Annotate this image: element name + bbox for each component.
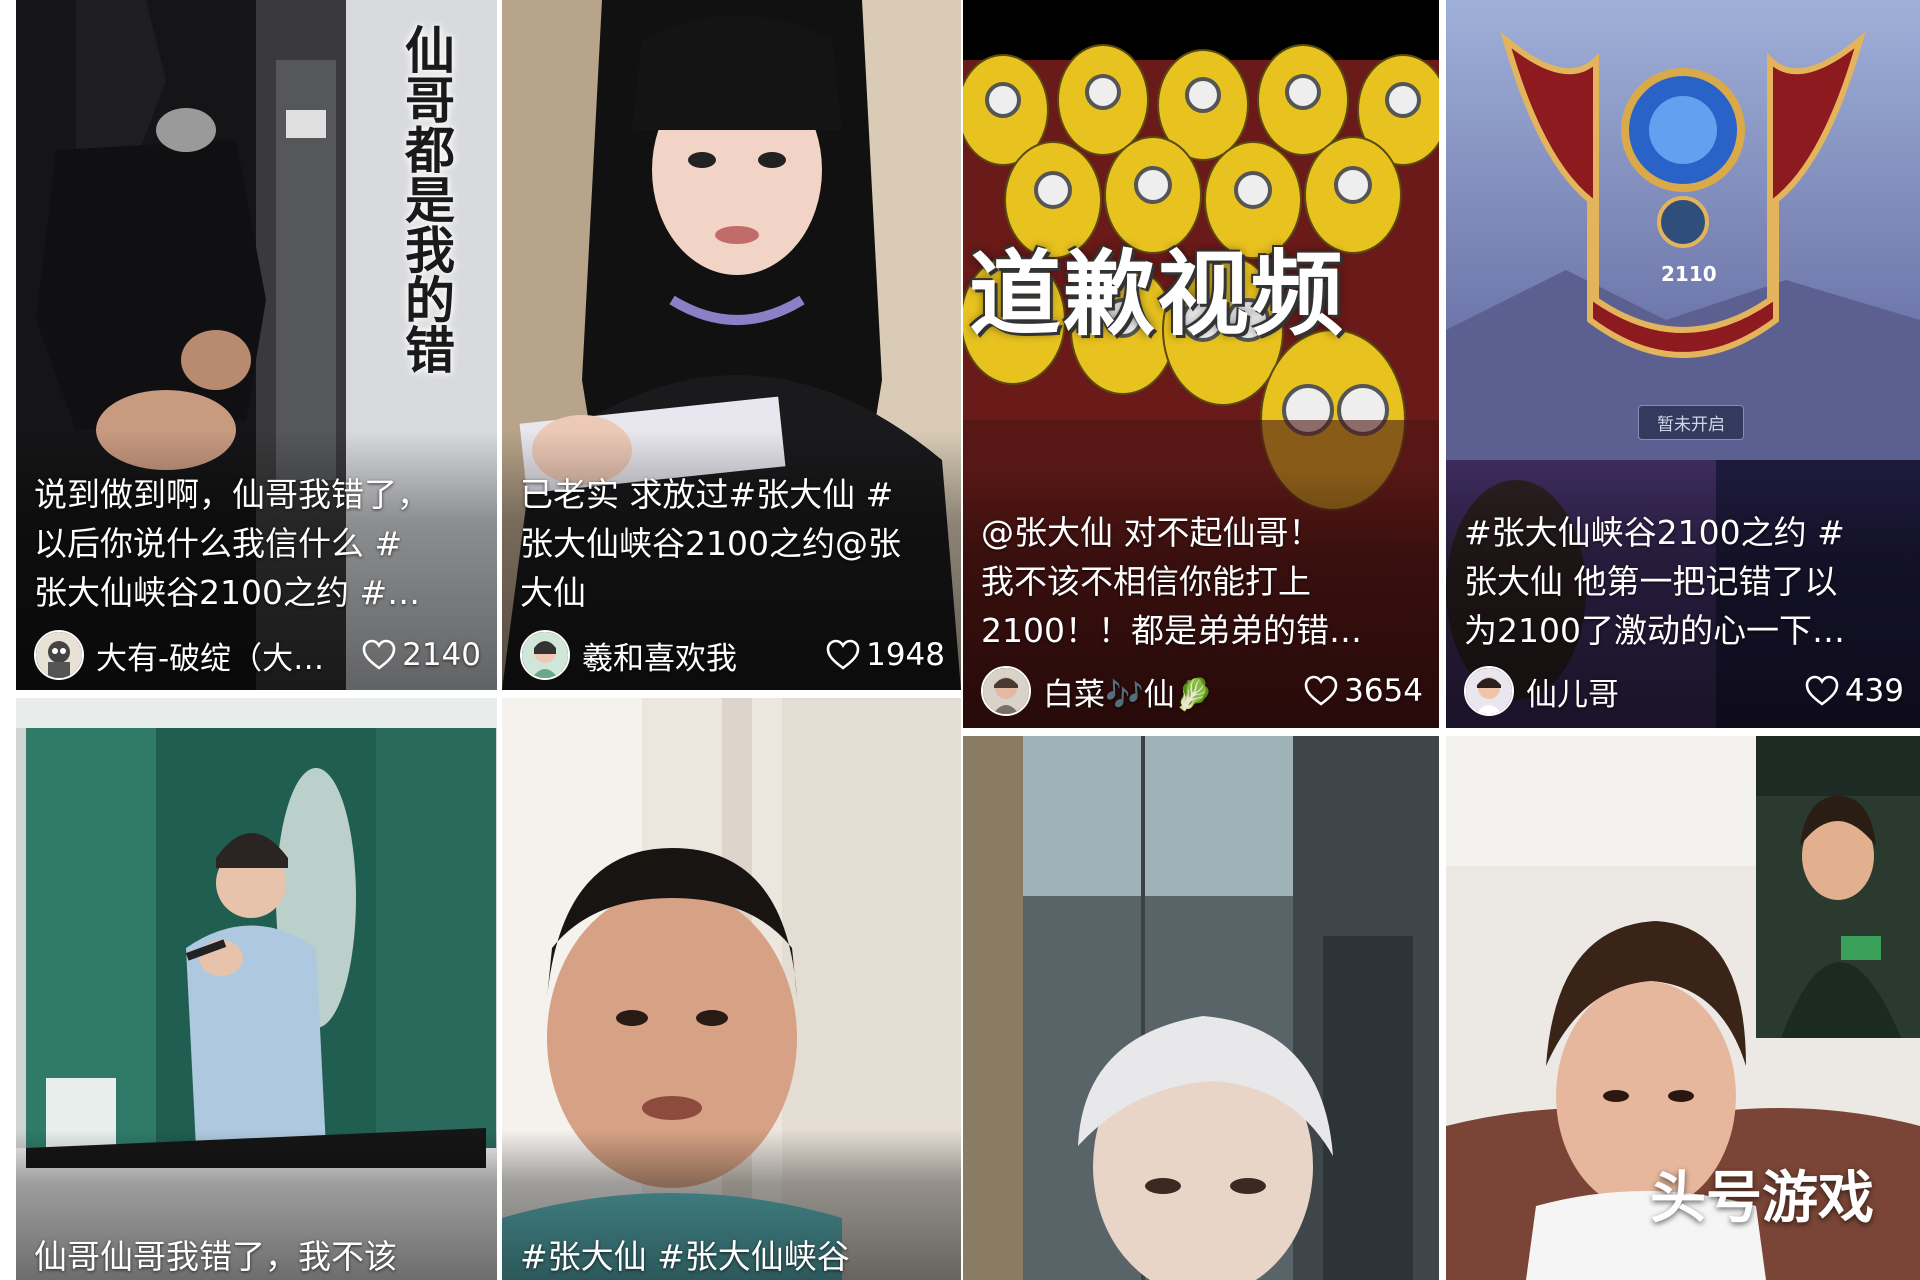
caption-line: 张大仙 他第一把记错了以 <box>1464 562 1838 601</box>
heart-icon <box>1304 675 1338 706</box>
avatar[interactable] <box>34 630 84 680</box>
like-count-value: 2140 <box>402 637 481 673</box>
like-count[interactable]: 2140 <box>362 637 481 673</box>
video-meta: 白菜🎶仙🥬 3654 <box>981 664 1423 718</box>
avatar[interactable] <box>981 666 1031 716</box>
caption-line: 2100！！都是弟弟的错… <box>981 611 1362 650</box>
author-name[interactable]: 仙儿哥 <box>1526 669 1795 714</box>
caption-line: 张大仙峡谷2100之约@张 <box>520 524 901 563</box>
video-card-4[interactable]: 2110 暂未开启 #张大仙峡谷2100之约 # 张大仙 他第一把记错了以 为2… <box>1446 0 1920 728</box>
video-caption: #张大仙峡谷2100之约 # 张大仙 他第一把记错了以 为2100了激动的心一下… <box>1464 508 1904 655</box>
video-meta: 大有-破绽（大… 2140 <box>34 628 481 682</box>
caption-line: 为2100了激动的心一下… <box>1464 611 1845 650</box>
caption-line: 以后你说什么我信什么 # <box>34 524 403 563</box>
video-caption: #张大仙 #张大仙峡谷 <box>520 1232 945 1280</box>
video-card-3[interactable]: 道歉视频 @张大仙 对不起仙哥！ 我不该不相信你能打上 2100！！都是弟弟的错… <box>963 0 1439 728</box>
avatar[interactable] <box>520 630 570 680</box>
caption-line: 仙哥仙哥我错了，我不该 <box>34 1237 397 1276</box>
video-card-8[interactable]: 头号游戏 <box>1446 736 1920 1280</box>
author-name[interactable]: 大有-破绽（大… <box>96 633 352 678</box>
like-count-value: 439 <box>1844 673 1904 709</box>
heart-icon <box>826 639 860 670</box>
overlay-title: 仙哥都是我的错 <box>397 24 455 374</box>
video-thumbnail <box>963 736 1439 1280</box>
caption-line: #张大仙 #张大仙峡谷 <box>520 1237 850 1276</box>
video-meta: 羲和喜欢我 1948 <box>520 628 945 682</box>
like-count[interactable]: 439 <box>1805 673 1904 709</box>
like-count[interactable]: 3654 <box>1304 673 1423 709</box>
video-caption: 说到做到啊，仙哥我错了， 以后你说什么我信什么 # 张大仙峡谷2100之约 #… <box>34 470 481 617</box>
watermark: 头号游戏 <box>1650 1166 1874 1231</box>
video-card-1[interactable]: 仙哥都是我的错 说到做到啊，仙哥我错了， 以后你说什么我信什么 # 张大仙峡谷2… <box>16 0 497 690</box>
video-card-7[interactable] <box>963 736 1439 1280</box>
video-caption: 仙哥仙哥我错了，我不该 <box>34 1232 481 1280</box>
video-meta: 仙儿哥 439 <box>1464 664 1904 718</box>
caption-line: 张大仙峡谷2100之约 #… <box>34 573 421 612</box>
heart-icon <box>1805 675 1839 706</box>
video-card-2[interactable]: 已老实 求放过#张大仙 # 张大仙峡谷2100之约@张 大仙 羲和喜欢我 194… <box>502 0 961 690</box>
caption-line: 已老实 求放过#张大仙 # <box>520 475 894 514</box>
heart-icon <box>362 639 396 670</box>
not-open-button[interactable]: 暂未开启 <box>1638 405 1744 440</box>
author-name[interactable]: 羲和喜欢我 <box>582 633 816 678</box>
like-count-value: 1948 <box>866 637 945 673</box>
video-caption: @张大仙 对不起仙哥！ 我不该不相信你能打上 2100！！都是弟弟的错… <box>981 508 1423 655</box>
video-caption: 已老实 求放过#张大仙 # 张大仙峡谷2100之约@张 大仙 <box>520 470 945 617</box>
overlay-title: 道歉视频 <box>969 241 1346 348</box>
caption-line: #张大仙峡谷2100之约 # <box>1464 513 1845 552</box>
like-count[interactable]: 1948 <box>826 637 945 673</box>
video-card-5[interactable]: 仙哥仙哥我错了，我不该 <box>16 698 497 1280</box>
caption-line: 我不该不相信你能打上 <box>981 562 1311 601</box>
avatar[interactable] <box>1464 666 1514 716</box>
caption-line: 说到做到啊，仙哥我错了， <box>34 475 430 514</box>
rank-value: 2110 <box>1661 262 1717 286</box>
video-card-6[interactable]: #张大仙 #张大仙峡谷 <box>502 698 961 1280</box>
caption-line: 大仙 <box>520 573 586 612</box>
author-name[interactable]: 白菜🎶仙🥬 <box>1043 669 1294 714</box>
like-count-value: 3654 <box>1344 673 1423 709</box>
caption-line: @张大仙 对不起仙哥！ <box>981 513 1322 552</box>
